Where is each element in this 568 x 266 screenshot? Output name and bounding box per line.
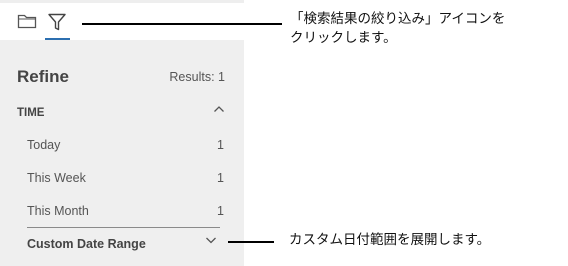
time-option-today[interactable]: Today 1	[27, 138, 224, 156]
callout-line-filter	[82, 23, 282, 25]
option-count: 1	[217, 171, 224, 185]
callout-line-custom-range	[228, 241, 274, 243]
time-option-this-week[interactable]: This Week 1	[27, 171, 224, 189]
callout-custom-range-text: カスタム日付範囲を展開します。	[289, 232, 491, 248]
callout-filter-line2: クリックします。	[290, 30, 397, 46]
time-section-header[interactable]: TIME	[17, 105, 225, 121]
option-count: 1	[217, 138, 224, 152]
filter-button[interactable]	[47, 12, 69, 34]
refine-title: Refine	[17, 67, 69, 86]
results-summary: Results: 1	[169, 70, 225, 84]
refine-panel: Refine Results: 1 TIME Today 1 This Week…	[0, 40, 244, 266]
filter-icon	[48, 13, 66, 31]
custom-date-range-toggle[interactable]: Custom Date Range	[27, 235, 217, 253]
divider	[27, 227, 220, 228]
toolbar	[0, 0, 244, 41]
callout-filter-text: 「検索結果の絞り込み」アイコンを クリックします。	[290, 10, 560, 48]
folder-icon	[17, 14, 37, 29]
time-option-this-month[interactable]: This Month 1	[27, 204, 224, 222]
option-label: This Month	[27, 204, 89, 218]
time-section-title: TIME	[17, 107, 45, 119]
option-label: This Week	[27, 171, 86, 185]
option-label: Today	[27, 138, 61, 152]
chevron-down-icon	[206, 237, 216, 244]
option-count: 1	[217, 204, 224, 218]
results-label: Results:	[169, 70, 215, 84]
folder-button[interactable]	[17, 12, 39, 34]
callout-filter-line1: 「検索結果の絞り込み」アイコンを	[290, 11, 506, 27]
chevron-up-icon	[214, 106, 224, 112]
results-count: 1	[218, 70, 225, 84]
custom-date-range-label: Custom Date Range	[27, 237, 146, 251]
